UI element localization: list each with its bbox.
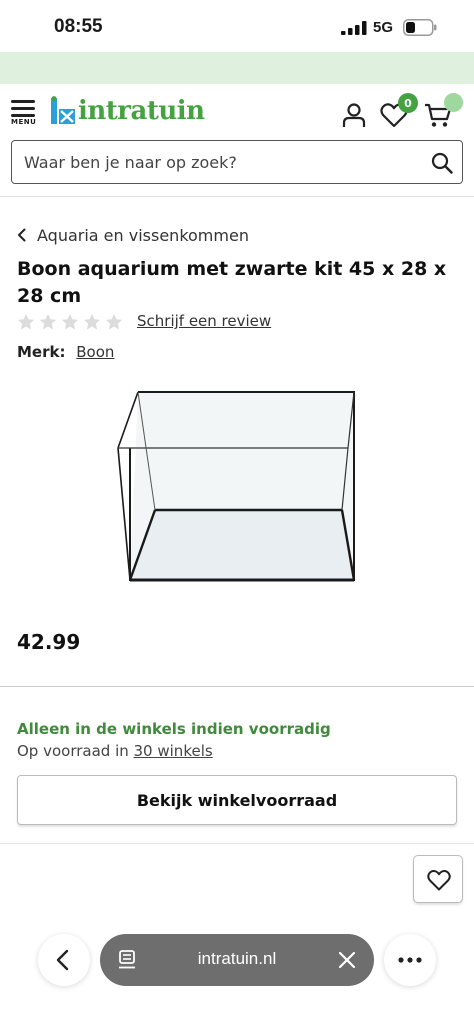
wishlist-button[interactable]: [413, 855, 463, 903]
search-input[interactable]: [24, 150, 404, 174]
logo-mark-icon: [51, 96, 75, 124]
address-bar[interactable]: intratuin.nl: [100, 934, 374, 986]
more-dots-icon: [398, 957, 422, 963]
stock-status: Alleen in de winkels indien voorradig: [17, 720, 331, 738]
heart-icon: [427, 869, 451, 891]
status-bar: 08:55 5G: [0, 0, 474, 52]
status-time: 08:55: [54, 16, 103, 37]
brand-label: Merk:: [17, 343, 66, 361]
account-icon[interactable]: [341, 102, 367, 128]
url-text: intratuin.nl: [197, 949, 277, 968]
product-image[interactable]: [110, 382, 360, 587]
close-icon[interactable]: [338, 951, 356, 969]
star-icon: [83, 313, 101, 330]
network-type: 5G: [373, 19, 394, 36]
product-price: 42.99: [17, 630, 81, 654]
write-review-link[interactable]: Schrijf een review: [137, 312, 271, 330]
star-icon: [17, 313, 35, 330]
star-icon: [105, 313, 123, 330]
star-icon: [39, 313, 57, 330]
brand-link[interactable]: Boon: [76, 343, 114, 361]
browser-back-button[interactable]: [38, 934, 90, 986]
stock-count: Op voorraad in 30 winkels: [17, 742, 213, 760]
more-options-button[interactable]: [384, 934, 436, 986]
menu-button[interactable]: MENU: [10, 98, 38, 128]
breadcrumb[interactable]: Aquaria en vissenkommen: [16, 224, 249, 246]
tabs-icon[interactable]: [118, 950, 136, 970]
rating-stars: [17, 312, 127, 332]
divider: [0, 196, 474, 197]
chevron-left-icon: [56, 949, 69, 971]
brand-row: Merk: Boon: [17, 343, 114, 361]
stock-count-prefix: Op voorraad in: [17, 742, 134, 760]
favorites-count-badge: 0: [398, 93, 418, 113]
view-store-stock-button[interactable]: Bekijk winkelvoorraad: [17, 775, 457, 825]
star-icon: [61, 313, 79, 330]
chevron-left-icon: [18, 228, 26, 242]
divider: [0, 686, 474, 687]
promo-strip: [0, 52, 474, 84]
intratuin-logo[interactable]: intratuin: [50, 94, 205, 128]
breadcrumb-label: Aquaria en vissenkommen: [37, 225, 249, 245]
menu-label: MENU: [11, 118, 37, 126]
product-title: Boon aquarium met zwarte kit 45 x 28 x 2…: [17, 258, 447, 307]
search-icon[interactable]: [431, 152, 453, 174]
stores-link[interactable]: 30 winkels: [134, 742, 213, 760]
search-box: [11, 140, 463, 184]
cart-indicator-dot: [444, 93, 463, 112]
divider: [0, 843, 474, 844]
signal-icon: [341, 21, 367, 35]
battery-icon: [403, 19, 437, 36]
logo-text: intratuin: [78, 96, 205, 126]
